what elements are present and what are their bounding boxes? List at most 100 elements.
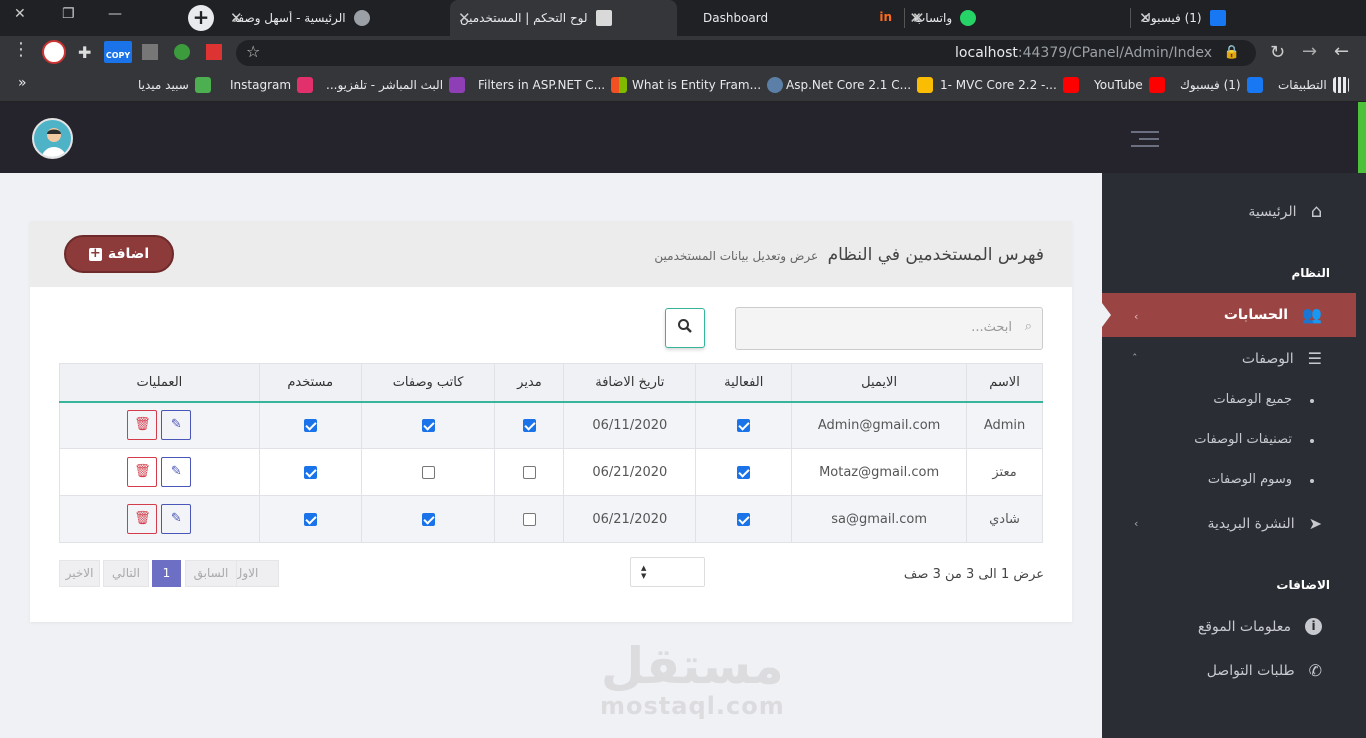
column-header-name[interactable]: الاسم	[966, 363, 1043, 403]
add-user-button[interactable]: + اضافة	[64, 235, 174, 273]
edit-button[interactable]: ✎	[161, 504, 192, 534]
edit-button[interactable]: ✎	[161, 457, 192, 487]
plus-icon: +	[88, 245, 102, 261]
delete-button[interactable]: 🗑	[127, 457, 158, 487]
bookmark-apps[interactable]: التطبيقات	[1278, 77, 1349, 93]
pdf-ext-icon[interactable]	[206, 44, 222, 60]
active-checkbox[interactable]	[737, 512, 751, 526]
google-ext-icon[interactable]	[174, 44, 190, 60]
column-header-user[interactable]: مستخدم	[258, 363, 362, 403]
close-tab-icon[interactable]: ✕	[458, 9, 471, 27]
paper-plane-icon: ➤	[1308, 514, 1322, 533]
browser-tab[interactable]: (1) فيسبوك ✕	[1131, 0, 1366, 36]
close-window-icon[interactable]: ✕	[14, 6, 26, 22]
apps-grid-icon	[1332, 77, 1349, 93]
sidebar-subitem-recipe-tags[interactable]: وسوم الوصفات	[1208, 472, 1315, 487]
copy-extension-icon[interactable]: COPY	[104, 41, 132, 63]
active-checkbox[interactable]	[737, 418, 751, 432]
facebook-ext-icon[interactable]	[142, 44, 158, 60]
close-tab-icon[interactable]: ✕	[230, 9, 243, 27]
pagination-current[interactable]: 1	[152, 560, 181, 587]
pagination-prev[interactable]: السابق	[185, 560, 237, 587]
microsoft-icon	[611, 77, 628, 93]
bookmarks-overflow-icon[interactable]: »	[18, 75, 27, 91]
forward-icon[interactable]: →	[1302, 41, 1317, 62]
user-checkbox[interactable]	[303, 512, 317, 526]
browser-tab[interactable]: واتساب ✕	[904, 0, 1131, 36]
bookmark-item[interactable]: YouTube	[1094, 77, 1165, 93]
new-tab-button[interactable]: +	[188, 5, 214, 31]
browser-tab[interactable]: الرئيسية - أسهل وصفة ✕	[222, 0, 450, 36]
user-checkbox[interactable]	[303, 465, 317, 479]
table-row: معتز Motaz@gmail.com 06/21/2020 ✎🗑	[59, 448, 1043, 496]
back-icon[interactable]: ←	[1334, 41, 1349, 62]
close-tab-icon[interactable]: ✕	[912, 9, 925, 27]
whatsapp-icon	[960, 10, 977, 26]
edit-button[interactable]: ✎	[161, 410, 192, 441]
admin-checkbox[interactable]	[522, 465, 536, 479]
cell-email: sa@gmail.com	[791, 495, 968, 543]
delete-button[interactable]: 🗑	[127, 504, 158, 534]
cell-date: 06/21/2020	[563, 448, 697, 496]
sidebar-subitem-all-recipes[interactable]: جميع الوصفات	[1213, 392, 1314, 407]
close-tab-icon[interactable]: ✕	[1139, 9, 1152, 27]
extensions-icon[interactable]: ✚	[78, 43, 91, 62]
chevron-left-icon: ‹	[1134, 517, 1139, 530]
pagination-last[interactable]: الاخير	[59, 560, 100, 587]
bookmark-item[interactable]: 1- MVC Core 2.2 -...	[940, 77, 1079, 93]
search-input[interactable]: ⌕ ابحث...	[735, 307, 1043, 350]
reload-icon[interactable]: ↻	[1270, 42, 1285, 63]
browser-tab-active[interactable]: لوح التحكم | المستخدمين ✕	[450, 0, 677, 36]
play-icon	[194, 77, 211, 93]
page-length-select[interactable]: ▲ ▼	[630, 557, 705, 587]
profile-avatar[interactable]	[42, 40, 66, 64]
column-header-date[interactable]: تاريخ الاضافة	[563, 363, 697, 403]
sidebar-subitem-recipe-categories[interactable]: تصنيفات الوصفات	[1194, 432, 1314, 447]
writer-checkbox[interactable]	[421, 465, 435, 479]
sidebar-item-recipes[interactable]: ☰ الوصفات	[1242, 349, 1322, 368]
bookmark-item[interactable]: Filters in ASP.NET C...	[478, 77, 628, 93]
cell-name: Admin	[966, 401, 1043, 449]
browser-tab[interactable]: Dashboard in ✕	[677, 0, 922, 36]
bookmark-item[interactable]: (1) فيسبوك	[1180, 77, 1263, 93]
pagination-next[interactable]: التالي	[103, 560, 149, 587]
watermark-logo: مستقل mostaql.com	[600, 637, 785, 720]
active-checkbox[interactable]	[737, 465, 751, 479]
admin-checkbox[interactable]	[522, 418, 536, 432]
sidebar-item-site-info[interactable]: i معلومات الموقع	[1198, 618, 1322, 635]
invision-icon: in	[879, 10, 892, 24]
bookmark-item[interactable]: البث المباشر - تلفزيو...	[326, 77, 466, 93]
sidebar-item-newsletter[interactable]: ➤ النشرة البريدية	[1207, 514, 1322, 533]
admin-checkbox[interactable]	[522, 512, 536, 526]
user-avatar[interactable]	[32, 118, 73, 159]
browser-menu-icon[interactable]: ⋮	[12, 41, 30, 59]
cell-name: شادي	[966, 495, 1043, 543]
delete-button[interactable]: 🗑	[127, 410, 158, 441]
url-text: localhost:44379/CPanel/Admin/Index	[955, 45, 1212, 61]
bookmark-star-icon[interactable]: ☆	[246, 42, 260, 61]
sidebar-item-contact-requests[interactable]: ✆ طلبات التواصل	[1207, 661, 1322, 680]
bookmark-item[interactable]: سبيد ميديا	[138, 77, 211, 93]
bookmark-item[interactable]: What is Entity Fram...	[632, 77, 784, 93]
home-icon: ⌂	[1310, 201, 1322, 222]
lock-icon[interactable]: 🔒	[1224, 45, 1240, 60]
sidebar-item-home[interactable]: ⌂ الرئيسية	[1248, 201, 1322, 222]
menu-toggle-icon[interactable]	[1131, 131, 1159, 152]
writer-checkbox[interactable]	[421, 512, 435, 526]
column-header-writer[interactable]: كاتب وصفات	[360, 363, 496, 403]
restore-window-icon[interactable]: ❐	[62, 6, 75, 22]
chevron-up-icon: ˆ	[1132, 352, 1138, 365]
minimize-window-icon[interactable]: —	[108, 6, 122, 22]
writer-checkbox[interactable]	[421, 418, 435, 432]
phone-icon: ✆	[1308, 661, 1322, 680]
search-button[interactable]	[665, 308, 705, 348]
user-checkbox[interactable]	[303, 418, 317, 432]
bookmark-item[interactable]: Asp.Net Core 2.1 C...	[786, 77, 934, 93]
column-header-active[interactable]: الفعالية	[695, 363, 793, 403]
column-header-admin[interactable]: مدير	[494, 363, 565, 403]
bookmark-item[interactable]: Instagram	[230, 77, 314, 93]
column-header-email[interactable]: الايميل	[791, 363, 968, 403]
sidebar-item-accounts[interactable]: 👥 الحسابات	[1224, 305, 1322, 324]
address-bar[interactable]: ☆ localhost:44379/CPanel/Admin/Index 🔒	[236, 40, 1256, 66]
card-header: فهرس المستخدمين في النظام عرض وتعديل بيا…	[30, 221, 1072, 287]
